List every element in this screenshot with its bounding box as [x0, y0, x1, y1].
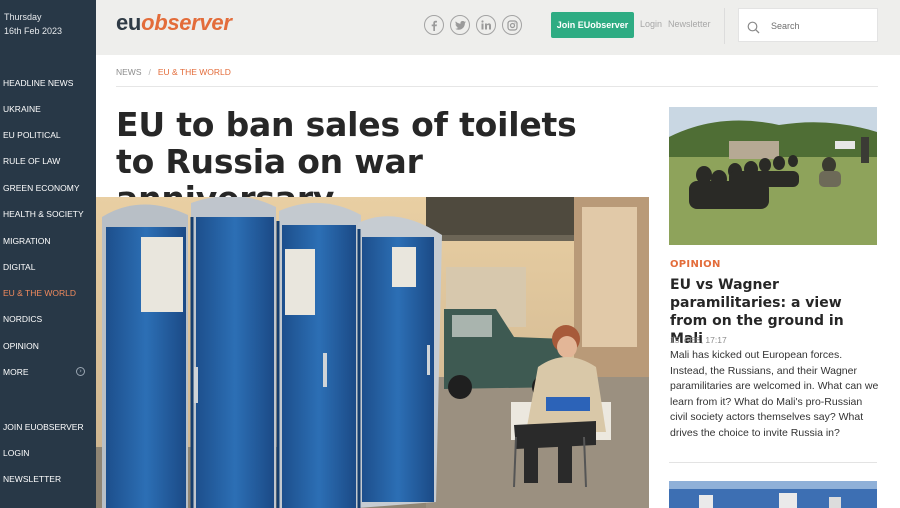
join-button[interactable]: Join EUobserver [551, 12, 634, 38]
side-article-image[interactable] [669, 107, 877, 245]
sidebar-item-join-euobserver[interactable]: JOIN EUOBSERVER [3, 422, 84, 432]
sidebar-item-eu-political[interactable]: EU POLITICAL [3, 130, 61, 140]
sidebar-item-rule-of-law[interactable]: RULE OF LAW [3, 156, 60, 166]
breadcrumb: NEWS / EU & THE WORLD [116, 67, 231, 77]
sidebar-item-headline-news[interactable]: HEADLINE NEWS [3, 78, 73, 88]
breadcrumb-current[interactable]: EU & THE WORLD [158, 67, 231, 77]
side-article-divider [669, 462, 877, 463]
site-logo[interactable]: euobserver [116, 10, 232, 36]
sidebar: Thursday 16th Feb 2023 HEADLINE NEWS UKR… [0, 0, 96, 508]
sidebar-item-more[interactable]: MORE [3, 367, 29, 377]
sidebar-item-migration[interactable]: MIGRATION [3, 236, 51, 246]
instagram-icon[interactable] [502, 15, 522, 35]
sidebar-item-ukraine[interactable]: UKRAINE [3, 104, 41, 114]
sidebar-item-eu-the-world[interactable]: EU & THE WORLD [3, 288, 76, 298]
linkedin-icon[interactable] [476, 15, 496, 35]
logo-observer: observer [141, 10, 232, 35]
sidebar-item-login[interactable]: LOGIN [3, 448, 29, 458]
breadcrumb-separator: / [148, 67, 151, 77]
header-divider [724, 8, 725, 44]
next-article-image[interactable] [669, 481, 877, 508]
current-date: Thursday 16th Feb 2023 [4, 10, 62, 38]
chevron-right-icon[interactable]: › [76, 367, 85, 376]
sidebar-item-nordics[interactable]: NORDICS [3, 314, 42, 324]
sidebar-item-newsletter[interactable]: NEWSLETTER [3, 474, 61, 484]
login-link[interactable]: Login [640, 19, 662, 29]
date-weekday: Thursday [4, 12, 42, 22]
search-box[interactable] [738, 8, 878, 42]
sidebar-item-opinion[interactable]: OPINION [3, 341, 39, 351]
sidebar-item-health-society[interactable]: HEALTH & SOCIETY [3, 209, 84, 219]
date-full: 16th Feb 2023 [4, 26, 63, 36]
search-icon[interactable] [747, 19, 760, 38]
side-article-summary: Mali has kicked out European forces. Ins… [670, 349, 879, 439]
sidebar-item-digital[interactable]: DIGITAL [3, 262, 35, 272]
side-article-date: 15. FEB, 17:17 [670, 335, 727, 345]
logo-eu: eu [116, 10, 142, 35]
newsletter-link[interactable]: Newsletter [668, 19, 711, 29]
facebook-icon[interactable] [424, 15, 444, 35]
breadcrumb-news[interactable]: NEWS [116, 67, 142, 77]
sidebar-item-green-economy[interactable]: GREEN ECONOMY [3, 183, 80, 193]
twitter-icon[interactable] [450, 15, 470, 35]
search-input[interactable] [771, 18, 871, 34]
top-header: euobserver Join EUobserver Login Newslet… [96, 0, 900, 55]
article-hero-image [96, 197, 649, 508]
breadcrumb-divider [116, 86, 878, 87]
side-article-kicker[interactable]: OPINION [670, 259, 721, 270]
